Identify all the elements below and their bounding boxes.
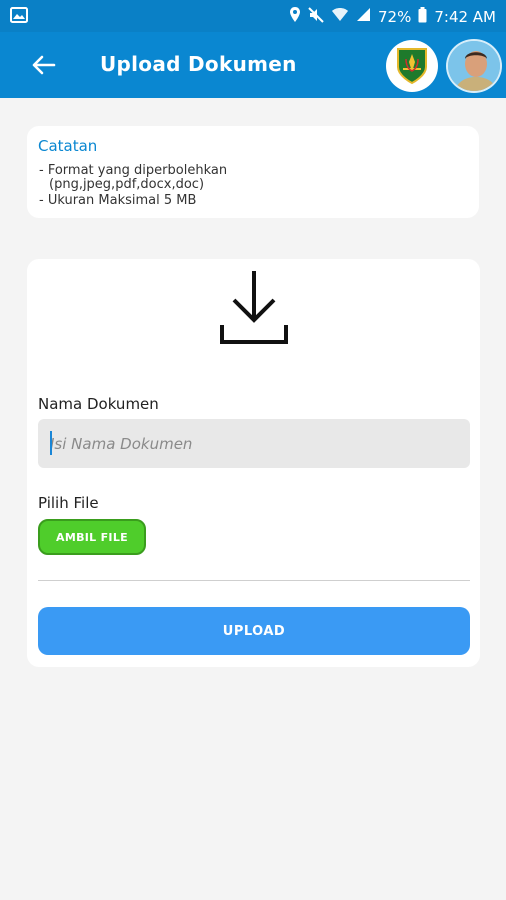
battery-level: 72% (378, 7, 412, 26)
document-name-label: Nama Dokumen (38, 395, 159, 413)
note-size-line: - Ukuran Maksimal 5 MB (39, 193, 197, 208)
battery-icon (418, 6, 427, 27)
image-icon (10, 7, 28, 27)
back-button[interactable] (28, 50, 60, 80)
download-icon (220, 271, 288, 344)
note-title: Catatan (38, 137, 98, 155)
document-name-input[interactable] (38, 419, 470, 468)
wifi-icon (331, 7, 349, 26)
choose-file-label: Pilih File (38, 494, 99, 512)
app-bar: Upload Dokumen (0, 32, 506, 98)
avatar[interactable] (446, 39, 502, 93)
ambil-file-button[interactable]: AMBIL FILE (38, 519, 146, 555)
mute-icon (308, 6, 324, 27)
status-bar: 72% 7:42 AM (0, 0, 506, 32)
arrow-left-icon (32, 55, 56, 75)
upload-button[interactable]: UPLOAD (38, 607, 470, 655)
location-icon (289, 6, 301, 27)
note-format-types: (png,jpeg,pdf,docx,doc) (49, 177, 205, 192)
clock: 7:42 AM (434, 7, 496, 26)
note-format-line: - Format yang diperbolehkan (39, 163, 228, 178)
upload-card: Nama Dokumen Pilih File AMBIL FILE UPLOA… (27, 259, 480, 667)
divider (38, 580, 470, 581)
page-title: Upload Dokumen (100, 52, 297, 76)
regional-emblem (386, 40, 438, 92)
note-card: Catatan - Format yang diperbolehkan (png… (27, 126, 479, 218)
text-caret (50, 431, 52, 455)
signal-icon (356, 7, 371, 26)
